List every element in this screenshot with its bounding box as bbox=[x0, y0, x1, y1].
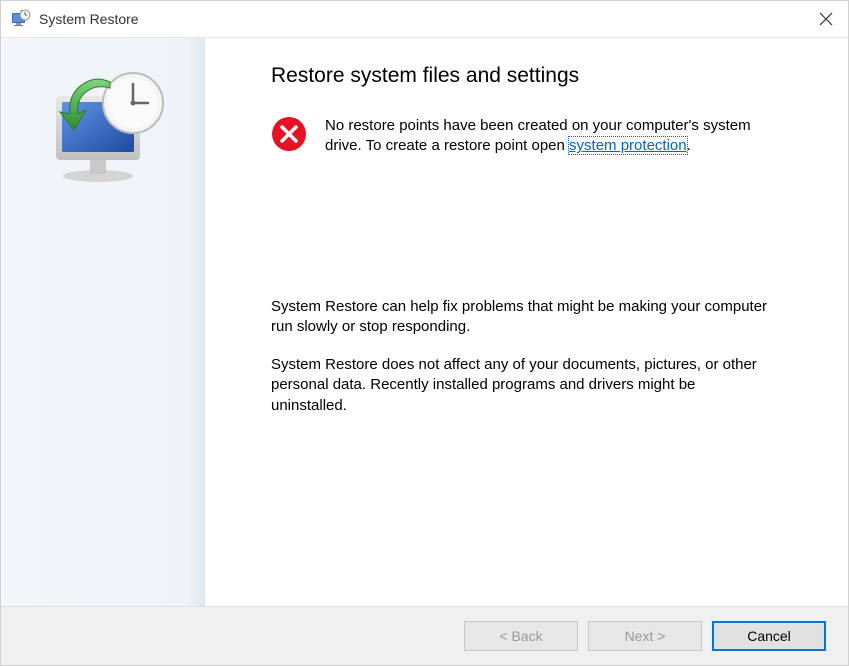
system-protection-link[interactable]: system protection bbox=[569, 137, 687, 154]
next-button: Next > bbox=[588, 621, 702, 651]
dialog-body: Restore system files and settings No res… bbox=[1, 37, 848, 607]
error-text-suffix: . bbox=[687, 137, 691, 154]
sidebar bbox=[1, 38, 205, 606]
window-title: System Restore bbox=[39, 11, 139, 27]
button-bar: < Back Next > Cancel bbox=[1, 607, 848, 665]
back-button: < Back bbox=[464, 621, 578, 651]
page-heading: Restore system files and settings bbox=[271, 64, 778, 88]
app-icon bbox=[11, 9, 31, 29]
description-1: System Restore can help fix problems tha… bbox=[271, 297, 771, 338]
close-button[interactable] bbox=[803, 1, 848, 37]
system-restore-icon bbox=[38, 68, 168, 188]
cancel-button[interactable]: Cancel bbox=[712, 621, 826, 651]
titlebar: System Restore bbox=[1, 1, 848, 37]
system-restore-dialog: System Restore bbox=[0, 0, 849, 666]
error-message: No restore points have been created on y… bbox=[271, 116, 778, 157]
close-icon bbox=[819, 12, 833, 26]
description-2: System Restore does not affect any of yo… bbox=[271, 355, 771, 416]
content-area: Restore system files and settings No res… bbox=[205, 38, 848, 606]
error-icon bbox=[271, 116, 307, 152]
error-text: No restore points have been created on y… bbox=[325, 116, 778, 157]
